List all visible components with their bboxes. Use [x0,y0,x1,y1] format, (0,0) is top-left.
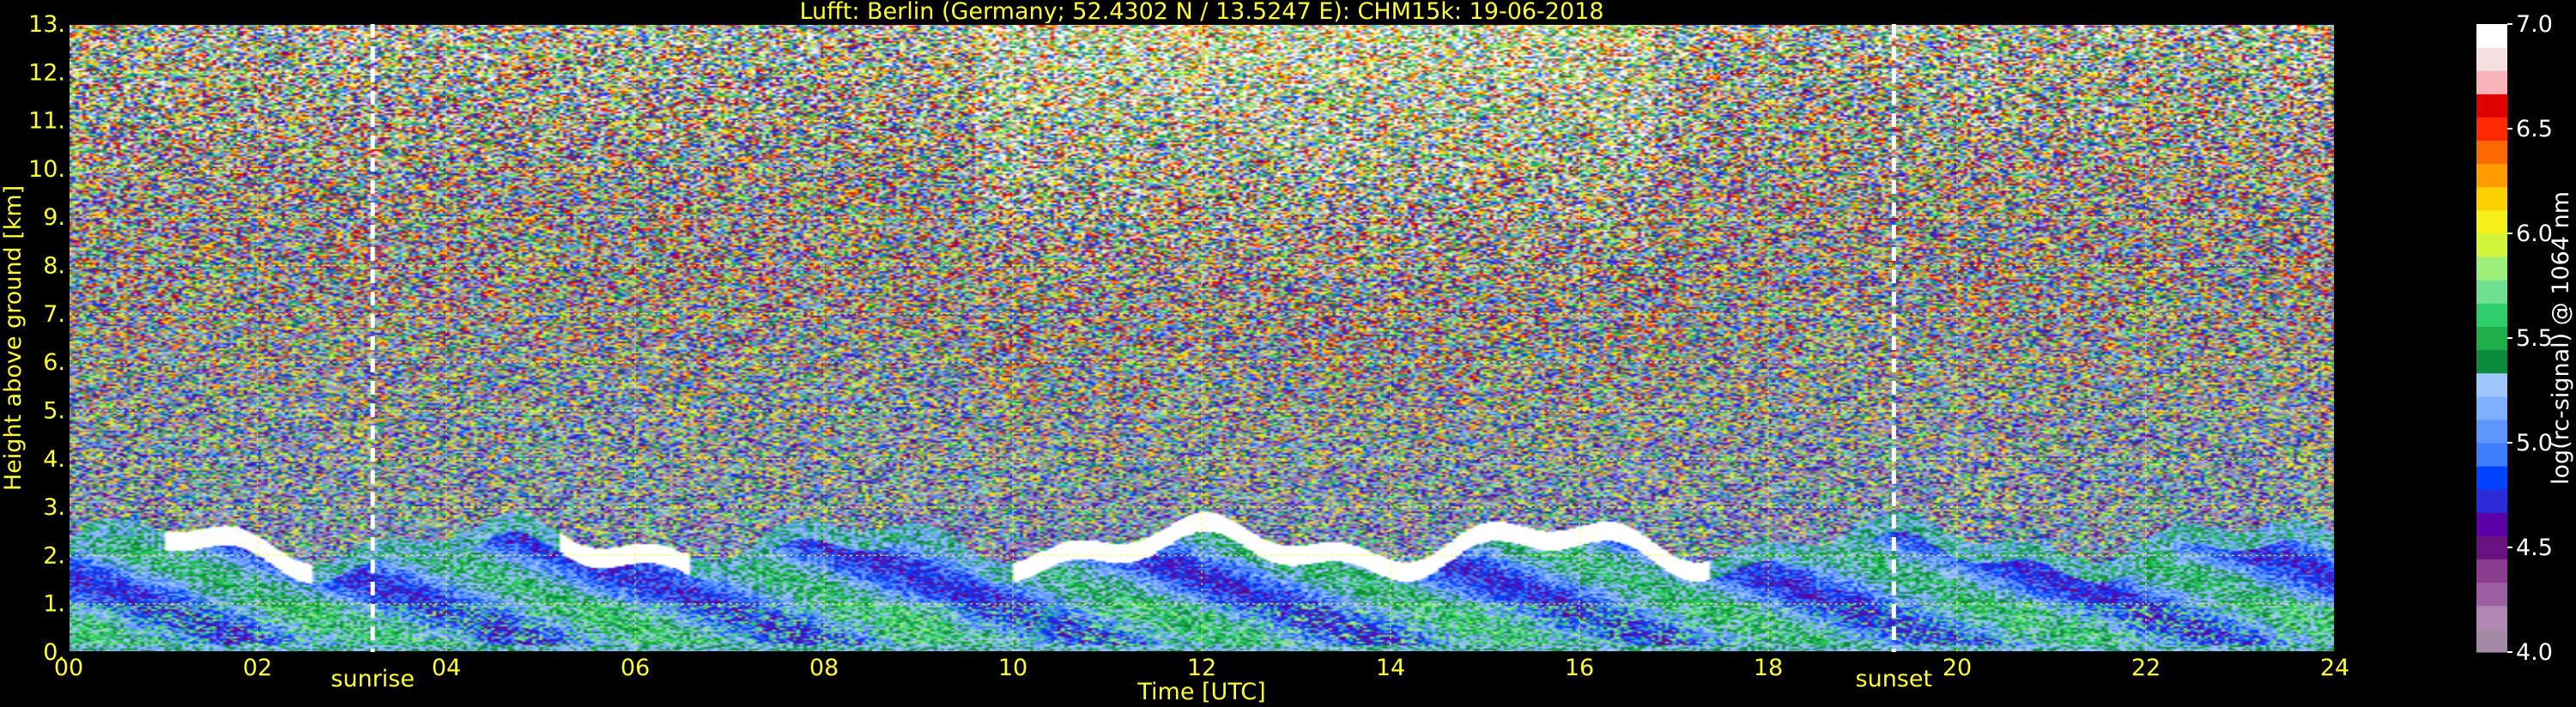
colorbar-tick-label: 6.5 [2516,116,2553,142]
x-tick-label: 12 [1187,655,1216,681]
colorbar-swatch [2476,186,2507,211]
colorbar-swatch [2476,535,2507,560]
y-tick-label: 1. [43,591,65,618]
colorbar-swatch [2476,303,2507,327]
colorbar-swatch [2476,396,2507,420]
colorbar-swatch [2476,605,2507,630]
y-tick-label: 11. [28,108,65,135]
y-tick-label: 0. [43,639,65,666]
colorbar-swatch [2476,140,2507,165]
y-axis-label: Height above ground [km] [0,185,27,491]
x-tick-label: 22 [2131,655,2161,681]
x-tick-label: 04 [432,655,461,681]
colorbar-swatch [2476,163,2507,188]
x-tick-label: 10 [998,655,1027,681]
y-tick-label: 4. [43,446,65,473]
colorbar-swatch [2476,47,2507,71]
colorbar-swatch [2476,209,2507,234]
x-tick-label: 02 [243,655,272,681]
colorbar-swatch [2476,582,2507,607]
sunrise-label: sunrise [330,666,415,692]
y-tick-label: 7. [43,301,65,328]
colorbar-swatch [2476,233,2507,257]
colorbar-swatch [2476,24,2507,48]
x-tick-label: 24 [2320,655,2349,681]
colorbar-swatch [2476,512,2507,536]
y-tick-label: 12. [28,59,65,86]
ceilometer-chart: Lufft: Berlin (Germany; 52.4302 N / 13.5… [0,0,2576,707]
x-tick-label: 06 [621,655,650,681]
colorbar-swatch [2476,466,2507,490]
colorbar-label: log(rc-signal) @ 1064 nm [2548,191,2574,485]
colorbar-swatch [2476,94,2507,118]
x-tick-label: 20 [1943,655,1972,681]
y-tick-label: 6. [43,349,65,376]
colorbar-swatch [2476,326,2507,351]
colorbar-swatch [2476,443,2507,467]
colorbar-swatch [2476,628,2507,653]
colorbar [2476,24,2507,653]
colorbar-swatch [2476,280,2507,304]
y-tick-label: 10. [28,156,65,183]
colorbar-swatch [2476,419,2507,444]
x-axis-label: Time [UTC] [1136,679,1265,705]
colorbar-swatch [2476,559,2507,583]
x-tick-label: 18 [1754,655,1783,681]
colorbar-swatch [2476,70,2507,94]
colorbar-swatch [2476,372,2507,397]
x-tick-label: 16 [1565,655,1594,681]
y-tick-label: 5. [43,397,65,424]
colorbar-swatch [2476,349,2507,374]
y-tick-label: 13. [28,11,65,38]
sunset-label: sunset [1856,666,1933,692]
colorbar-tick-label: 4.0 [2516,639,2553,666]
y-tick-label: 3. [43,494,65,521]
colorbar-swatch [2476,257,2507,281]
chart-title: Lufft: Berlin (Germany; 52.4302 N / 13.5… [799,0,1603,25]
colorbar-tick-label: 7.0 [2516,11,2553,38]
x-tick-label: 08 [809,655,839,681]
y-tick-label: 9. [43,204,65,231]
colorbar-swatch [2476,489,2507,513]
y-tick-label: 2. [43,542,65,569]
y-tick-label: 8. [43,253,65,280]
colorbar-tick-label: 4.5 [2516,535,2553,561]
colorbar-swatch [2476,117,2507,142]
x-tick-label: 14 [1376,655,1405,681]
